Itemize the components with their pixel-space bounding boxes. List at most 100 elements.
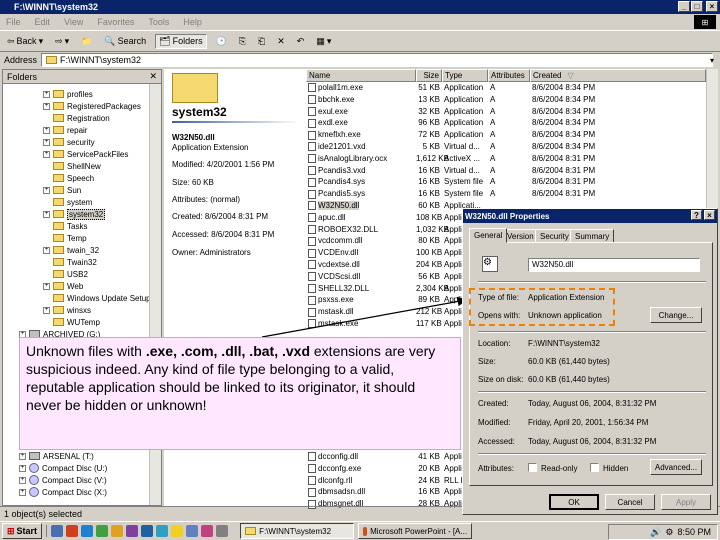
expand-icon[interactable]: + [19,488,26,496]
folders-button[interactable]: 🗂 Folders [155,33,207,49]
readonly-checkbox[interactable] [528,463,537,472]
file-row[interactable]: dcconfg.exe 20 KB Applic... [306,464,472,476]
expand-icon[interactable]: + [43,186,50,194]
opera-icon[interactable] [66,525,79,537]
tree-item[interactable]: + Compact Disc (V:) [19,474,107,486]
address-dropdown-icon[interactable]: ▾ [710,56,714,65]
file-row[interactable]: dlconfg.rll 24 KB RLL F... [306,476,471,488]
column-name[interactable]: Name [306,69,416,82]
expand-icon[interactable]: + [43,306,50,314]
tree-item[interactable]: + ServicePackFiles [43,148,128,160]
tree-item[interactable]: USB2 [43,268,88,280]
file-name-input[interactable]: W32N50.dll [528,258,700,272]
properties-close-button[interactable]: × [704,210,715,220]
close-button[interactable]: × [706,1,718,12]
file-row[interactable]: polall1m.exe 51 KB Application A 8/6/2004 8:… [306,83,704,95]
media-icon[interactable] [126,525,139,537]
file-row[interactable]: vcdextse.dll204 KBApplicati... [306,260,481,272]
expand-icon[interactable]: + [43,246,50,254]
hidden-checkbox[interactable] [590,463,599,472]
menu-help[interactable]: Help [183,17,202,27]
tree-item[interactable]: + RegisteredPackages [43,100,141,112]
file-row[interactable]: ide21201.vxd 5 KB Virtual d... A 8/6/2004 8:… [306,142,704,154]
tree-item[interactable]: system [43,196,92,208]
task-explorer[interactable]: F:\WINNT\system32 [240,523,355,539]
file-row[interactable]: kmeflxh.exe 72 KB Application A 8/6/2004 8:3… [306,130,704,142]
show-desktop-icon[interactable] [51,525,64,537]
tree-item[interactable]: + Web [43,280,83,292]
copy-to-button[interactable]: ⎗ [255,35,268,48]
expand-icon[interactable]: + [43,210,50,218]
tree-item[interactable]: ShellNew [43,160,101,172]
start-button[interactable]: ⊞ Start [2,523,43,539]
tree-item[interactable]: + system32 [43,208,106,220]
menu-favorites[interactable]: Favorites [97,17,134,27]
file-row[interactable]: bbchk.exe 13 KB Application A 8/6/2004 8:34 … [306,95,704,107]
maximize-button[interactable]: □ [691,1,703,12]
expand-icon[interactable]: + [19,464,26,472]
file-row[interactable]: Pcandis3.vxd 16 KB Virtual d... A 8/6/2004 8… [306,166,704,178]
file-row[interactable]: Pcandis5.sys 16 KB System file A 8/6/2004 8:… [306,189,704,201]
properties-title-bar[interactable]: W32N50.dll Properties ? × [463,209,717,223]
file-row[interactable]: mstask.dll212 KBApplicati... [306,307,481,319]
column-size[interactable]: Size [416,69,442,82]
address-input[interactable]: F:\WINNT\system32 ▾ [41,53,714,67]
file-row[interactable]: dcconfig.dll 41 KB Appli... [306,452,468,464]
file-row[interactable]: mstask.exe117 KBApplicati... [306,319,481,331]
tree-item[interactable]: Tasks [43,220,87,232]
expand-icon[interactable]: + [43,126,50,134]
window-title-bar[interactable]: F:\WINNT\system32 _ □ × [0,0,720,14]
firefox-icon[interactable] [111,525,124,537]
app-icon[interactable] [96,525,109,537]
expand-icon[interactable]: + [43,90,50,98]
menu-edit[interactable]: Edit [35,17,51,27]
cancel-button[interactable]: Cancel [605,494,655,510]
menu-tools[interactable]: Tools [148,17,169,27]
tool-icon[interactable] [216,525,229,537]
file-row[interactable]: SHELL32.DLL2,304 KBApplicati... [306,284,481,296]
forward-button[interactable]: ⇨ ▾ [52,35,72,48]
up-folder-button[interactable]: 📁 [78,35,95,48]
tab-summary[interactable]: Summary [570,229,615,243]
tab-general[interactable]: General [469,228,508,243]
messenger-icon[interactable] [156,525,169,537]
tree-item[interactable]: Twain32 [43,256,97,268]
file-row[interactable]: VCDScsi.dll56 KBApplicati... [306,272,481,284]
search-button[interactable]: 🔍 Search [101,35,149,48]
tree-item[interactable]: + Compact Disc (X:) [19,486,107,498]
expand-icon[interactable]: + [43,102,50,110]
help-button[interactable]: ? [691,210,702,220]
tree-item[interactable]: + security [43,136,95,148]
tree-item[interactable]: + ARSENAL (T:) [19,450,94,462]
tree-item[interactable]: Temp [43,232,87,244]
file-row[interactable]: apuc.dll108 KBApplicati... [306,213,481,225]
paint-icon[interactable] [201,525,214,537]
file-row[interactable]: exul.exe 32 KB Application A 8/6/2004 8:34 P… [306,107,704,119]
views-button[interactable]: ▦ ▾ [313,35,334,48]
file-row[interactable]: Pcandis4.sys 16 KB System file A 8/6/2004 8:… [306,177,704,189]
column-attributes[interactable]: Attributes [488,69,530,82]
back-button[interactable]: ⇦ Back ▾ [4,35,46,48]
file-row[interactable]: psxss.exe89 KBApplicati... [306,295,481,307]
tray-app-icon[interactable]: ⚙ [665,527,673,538]
change-button[interactable]: Change... [650,307,702,323]
volume-icon[interactable]: 🔊 [650,527,661,538]
file-row[interactable]: isAnalogLibrary.ocx 1,612 KB ActiveX ... A 8… [306,154,704,166]
ok-button[interactable]: OK [549,494,599,510]
tree-item[interactable]: + winsxs [43,304,91,316]
file-row[interactable]: VCDEnv.dll100 KBApplicati... [306,248,481,260]
expand-icon[interactable]: + [43,150,50,158]
expand-icon[interactable]: + [19,476,26,484]
advanced-button[interactable]: Advanced... [650,459,702,475]
column-type[interactable]: Type [442,69,488,82]
minimize-button[interactable]: _ [678,1,690,12]
smiley-icon[interactable] [171,525,184,537]
expand-icon[interactable]: + [43,282,50,290]
history-button[interactable]: 🕒 [213,35,230,48]
expand-icon[interactable]: + [19,452,26,460]
close-pane-icon[interactable]: ✕ [149,71,157,82]
tree-item[interactable]: + Sun [43,184,81,196]
tree-item[interactable]: + repair [43,124,87,136]
globe-icon[interactable] [186,525,199,537]
apply-button[interactable]: Apply [661,494,711,510]
